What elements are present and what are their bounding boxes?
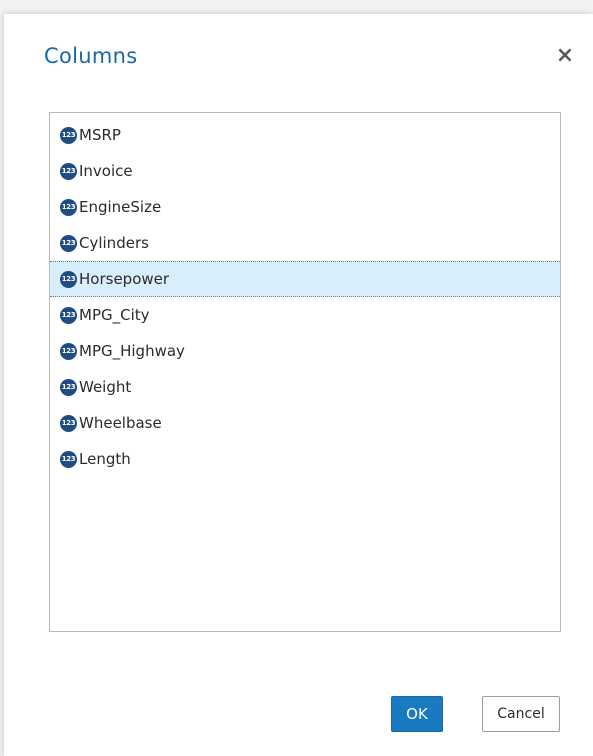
- numeric-icon: 123: [60, 342, 77, 360]
- list-item-weight[interactable]: 123 Weight: [50, 369, 560, 405]
- cancel-button[interactable]: Cancel: [482, 696, 560, 732]
- numeric-icon: 123: [60, 378, 77, 396]
- list-item-label: EngineSize: [79, 198, 162, 216]
- columns-dialog: Columns × 123 MSRP 123 Invoice 123 Engin…: [4, 14, 593, 756]
- list-item-horsepower[interactable]: 123 Horsepower: [50, 261, 560, 297]
- columns-list[interactable]: 123 MSRP 123 Invoice 123 EngineSize 123 …: [49, 112, 561, 632]
- list-item-wheelbase[interactable]: 123 Wheelbase: [50, 405, 560, 441]
- numeric-icon: 123: [60, 234, 77, 252]
- columns-list-items: 123 MSRP 123 Invoice 123 EngineSize 123 …: [50, 113, 560, 477]
- ok-button[interactable]: OK: [391, 696, 443, 732]
- numeric-icon: 123: [60, 126, 77, 144]
- list-item-label: Length: [79, 450, 131, 468]
- list-item-enginesize[interactable]: 123 EngineSize: [50, 189, 560, 225]
- list-item-label: Invoice: [79, 162, 133, 180]
- dialog-title: Columns: [44, 44, 138, 68]
- numeric-icon: 123: [60, 270, 77, 288]
- numeric-icon: 123: [60, 414, 77, 432]
- list-item-label: Horsepower: [79, 270, 170, 288]
- list-item-label: Cylinders: [79, 234, 149, 252]
- numeric-icon: 123: [60, 162, 77, 180]
- list-item-mpg-highway[interactable]: 123 MPG_Highway: [50, 333, 560, 369]
- list-item-invoice[interactable]: 123 Invoice: [50, 153, 560, 189]
- list-item-label: MSRP: [79, 126, 121, 144]
- list-item-mpg-city[interactable]: 123 MPG_City: [50, 297, 560, 333]
- list-item-label: MPG_City: [79, 306, 150, 324]
- numeric-icon: 123: [60, 306, 77, 324]
- list-item-cylinders[interactable]: 123 Cylinders: [50, 225, 560, 261]
- list-item-label: Weight: [79, 378, 132, 396]
- list-item-msrp[interactable]: 123 MSRP: [50, 117, 560, 153]
- list-item-label: Wheelbase: [79, 414, 162, 432]
- list-item-length[interactable]: 123 Length: [50, 441, 560, 477]
- numeric-icon: 123: [60, 198, 77, 216]
- list-item-label: MPG_Highway: [79, 342, 185, 360]
- numeric-icon: 123: [60, 450, 77, 468]
- close-icon[interactable]: ×: [553, 44, 577, 68]
